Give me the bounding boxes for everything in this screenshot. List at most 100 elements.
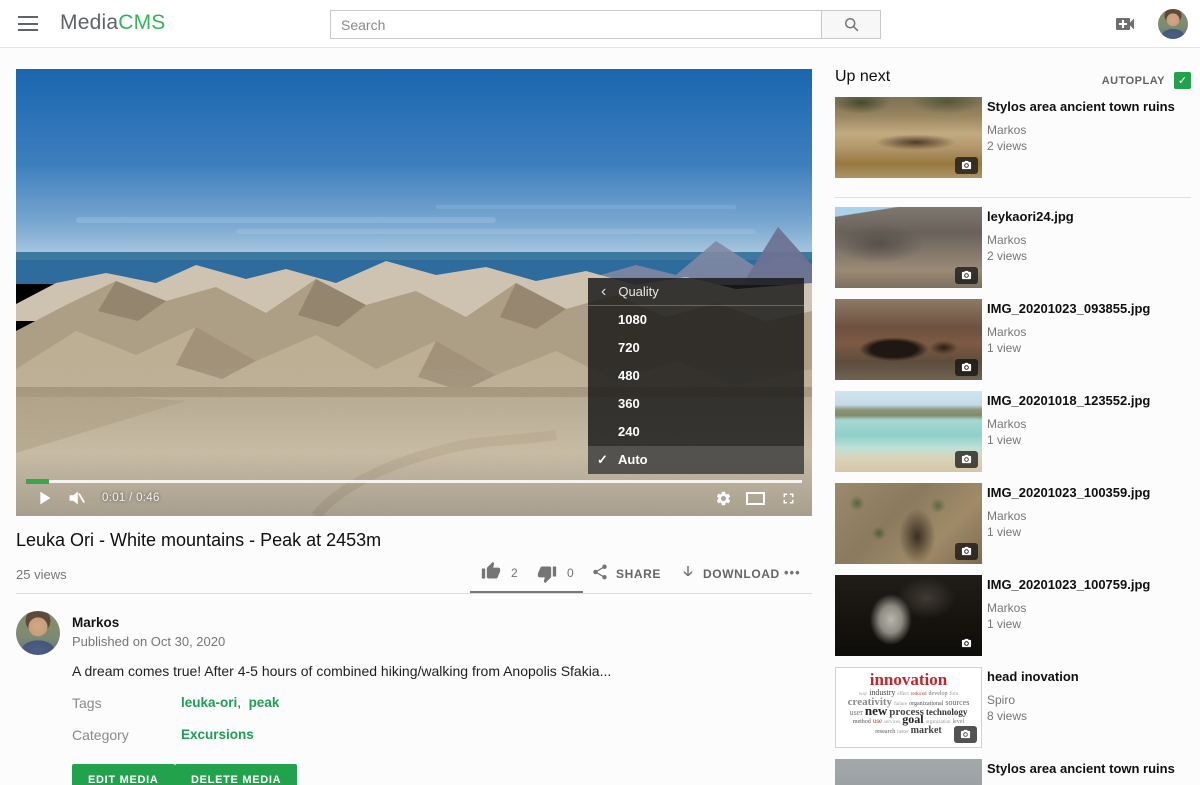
upnext-item-title[interactable]: IMG_20201023_100359.jpg — [987, 485, 1189, 501]
category-label: Category — [72, 727, 129, 743]
upnext-thumbnail[interactable] — [835, 483, 982, 564]
upnext-item-title[interactable]: IMG_20201023_100759.jpg — [987, 577, 1189, 593]
quality-option-auto-label: Auto — [618, 452, 648, 467]
top-bar: MediaCMS — [0, 0, 1200, 48]
upnext-thumbnail[interactable] — [835, 207, 982, 288]
share-button[interactable] — [591, 563, 609, 586]
media-type-badge — [955, 635, 978, 652]
play-button[interactable] — [32, 486, 56, 510]
tag-link-peak[interactable]: peak — [249, 695, 280, 710]
upnext-item[interactable]: leykaori24.jpg Markos 2 views — [835, 207, 1191, 299]
search-button[interactable] — [821, 10, 881, 39]
settings-button[interactable] — [711, 486, 735, 510]
theater-mode-icon — [746, 492, 765, 505]
upnext-thumbnail[interactable]: innovationwayindustryeffectreduceddevelo… — [835, 667, 982, 748]
tag-separator: , — [237, 695, 241, 710]
download-button[interactable] — [679, 563, 697, 586]
upnext-item[interactable]: innovationwayindustryeffectreduceddevelo… — [835, 667, 1191, 759]
quality-menu-title: Quality — [618, 284, 658, 299]
tags-value: leuka-ori, peak — [181, 695, 279, 710]
upnext-item-title[interactable]: Stylos area ancient town ruins — [987, 761, 1189, 777]
upnext-item[interactable]: IMG_20201018_123552.jpg Markos 1 view — [835, 391, 1191, 483]
upnext-thumbnail[interactable] — [835, 97, 982, 178]
media-description: A dream comes true! After 4-5 hours of c… — [72, 663, 712, 679]
upnext-thumbnail[interactable] — [835, 391, 982, 472]
more-actions-button[interactable]: ••• — [784, 565, 801, 580]
logo[interactable]: MediaCMS — [60, 11, 165, 35]
theater-mode-button[interactable] — [743, 486, 767, 510]
tag-link-leuka-ori[interactable]: leuka-ori — [181, 695, 237, 710]
upnext-item[interactable]: Stylos area ancient town ruins Markos 2 … — [835, 97, 1191, 189]
category-value: Excursions — [181, 727, 254, 742]
upnext-item-views: 1 view — [987, 341, 1021, 355]
upnext-item-author: Spiro — [987, 693, 1015, 707]
quality-option-1080[interactable]: 1080 — [588, 306, 804, 334]
progress-played[interactable] — [26, 479, 49, 484]
autoplay-label: AUTOPLAY — [1102, 75, 1165, 87]
camera-icon — [961, 454, 972, 465]
dislike-count: 0 — [567, 566, 574, 580]
like-button[interactable] — [481, 561, 501, 586]
fullscreen-icon — [780, 490, 797, 507]
user-avatar[interactable] — [1158, 9, 1188, 39]
edit-media-button[interactable]: EDIT MEDIA — [72, 764, 175, 785]
author-avatar[interactable] — [16, 611, 60, 655]
quality-option-480[interactable]: 480 — [588, 362, 804, 390]
camera-icon — [960, 729, 971, 740]
published-date: Published on Oct 30, 2020 — [72, 634, 225, 649]
section-divider — [16, 593, 812, 594]
upnext-item[interactable]: Stylos area ancient town ruins — [835, 759, 1191, 785]
upnext-item[interactable]: IMG_20201023_093855.jpg Markos 1 view — [835, 299, 1191, 391]
upnext-title: Up next — [835, 68, 890, 86]
category-link-excursions[interactable]: Excursions — [181, 727, 254, 742]
quality-option-240[interactable]: 240 — [588, 418, 804, 446]
quality-option-auto[interactable]: ✓ Auto — [588, 446, 804, 474]
upnext-item-title[interactable]: leykaori24.jpg — [987, 209, 1189, 225]
upnext-item-author: Markos — [987, 509, 1026, 523]
menu-icon[interactable] — [18, 16, 38, 32]
volume-muted-icon — [65, 487, 87, 509]
upnext-item-title[interactable]: IMG_20201023_093855.jpg — [987, 301, 1189, 317]
upnext-thumbnail[interactable] — [835, 759, 982, 785]
media-title: Leuka Ori - White mountains - Peak at 24… — [16, 530, 796, 551]
camera-icon — [961, 160, 972, 171]
dislike-button[interactable] — [537, 564, 557, 589]
check-icon: ✓ — [597, 446, 608, 474]
thumb-down-icon — [537, 564, 557, 584]
video-player[interactable]: ‹ Quality 1080 720 480 360 240 ✓ Auto — [16, 69, 812, 516]
camera-icon — [961, 270, 972, 281]
fullscreen-button[interactable] — [776, 486, 800, 510]
upnext-item-views: 2 views — [987, 139, 1027, 153]
play-icon — [33, 487, 55, 509]
upnext-thumbnail[interactable] — [835, 299, 982, 380]
quality-menu-back[interactable]: ‹ Quality — [588, 278, 804, 306]
upnext-item-title[interactable]: Stylos area ancient town ruins — [987, 99, 1189, 115]
mute-button[interactable] — [64, 486, 88, 510]
logo-cms: CMS — [118, 11, 165, 34]
search-input[interactable] — [330, 10, 822, 39]
upnext-thumbnail[interactable] — [835, 575, 982, 656]
media-type-badge — [955, 267, 978, 284]
upnext-sidebar: Up next AUTOPLAY ✓ Stylos area ancient t… — [835, 62, 1191, 785]
share-label[interactable]: SHARE — [616, 567, 661, 581]
upnext-item[interactable]: IMG_20201023_100759.jpg Markos 1 view — [835, 575, 1191, 667]
upnext-item-author: Markos — [987, 601, 1026, 615]
upnext-item-title[interactable]: IMG_20201018_123552.jpg — [987, 393, 1189, 409]
upnext-item-views: 2 views — [987, 249, 1027, 263]
autoplay-toggle[interactable]: AUTOPLAY ✓ — [1102, 72, 1191, 89]
upnext-item[interactable]: IMG_20201023_100359.jpg Markos 1 view — [835, 483, 1191, 575]
back-chevron-icon: ‹ — [601, 284, 606, 300]
upnext-item-title[interactable]: head inovation — [987, 669, 1189, 685]
author-name[interactable]: Markos — [72, 615, 119, 630]
quality-option-360[interactable]: 360 — [588, 390, 804, 418]
quality-option-720[interactable]: 720 — [588, 334, 804, 362]
views-count: 25 views — [16, 567, 67, 582]
autoplay-checkbox[interactable]: ✓ — [1174, 72, 1191, 89]
delete-media-button[interactable]: DELETE MEDIA — [175, 764, 297, 785]
download-label[interactable]: DOWNLOAD — [703, 567, 780, 581]
like-count: 2 — [511, 566, 518, 580]
upload-media-button[interactable] — [1113, 12, 1137, 36]
progress-bar[interactable] — [26, 480, 802, 483]
upnext-item-author: Markos — [987, 123, 1026, 137]
upnext-divider — [835, 197, 1191, 198]
